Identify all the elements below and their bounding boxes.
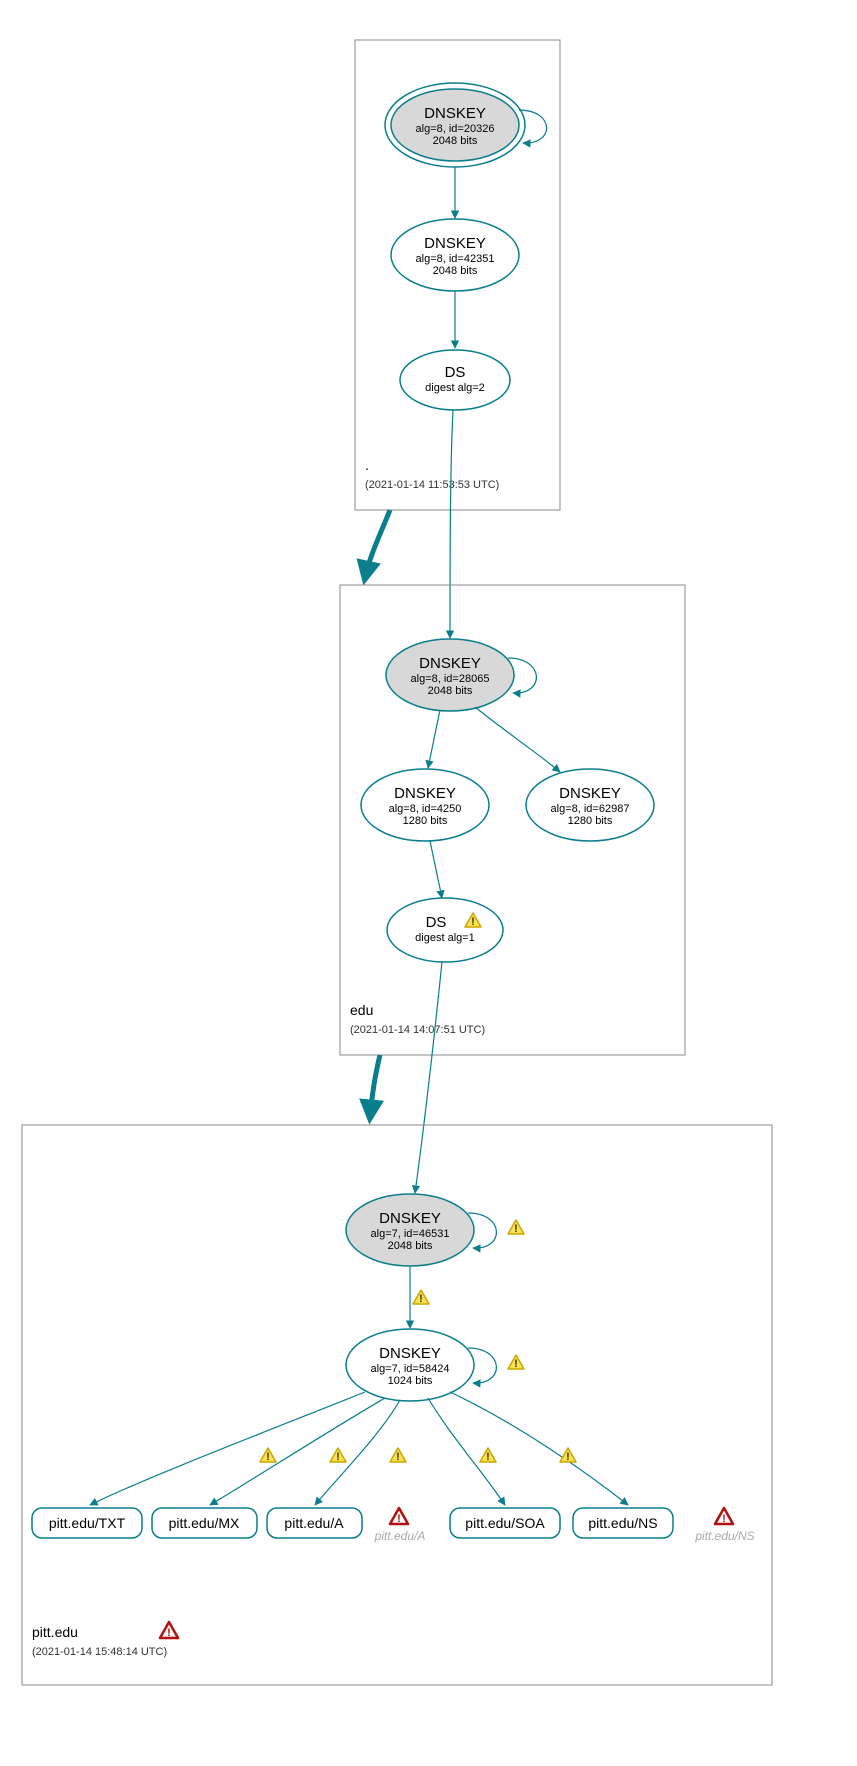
warning-icon: ! <box>508 1355 524 1370</box>
zone-pitt-label: pitt.edu <box>32 1624 78 1640</box>
svg-text:2048 bits: 2048 bits <box>433 135 478 147</box>
svg-text:2048 bits: 2048 bits <box>388 1240 433 1252</box>
zone-pitt-date: (2021-01-14 15:48:14 UTC) <box>32 1646 167 1658</box>
svg-text:!: ! <box>397 1513 401 1525</box>
svg-text:2048 bits: 2048 bits <box>433 265 478 277</box>
warning-icon: ! <box>330 1448 346 1463</box>
warning-icon: ! <box>508 1220 524 1235</box>
svg-text:DNSKEY: DNSKEY <box>419 655 481 672</box>
edge-zone-edu-pitt <box>370 1055 380 1117</box>
svg-text:!: ! <box>722 1513 726 1525</box>
warning-icon: ! <box>260 1448 276 1463</box>
svg-text:digest alg=1: digest alg=1 <box>415 932 475 944</box>
svg-text:DNSKEY: DNSKEY <box>394 785 456 802</box>
svg-text:1280 bits: 1280 bits <box>568 815 613 827</box>
svg-text:!: ! <box>396 1451 400 1463</box>
svg-text:1024 bits: 1024 bits <box>388 1375 433 1387</box>
edge-edu-ds-pitt-ksk <box>415 962 442 1193</box>
svg-text:pitt.edu/NS: pitt.edu/NS <box>588 1515 657 1531</box>
svg-text:alg=7, id=58424: alg=7, id=58424 <box>371 1363 450 1375</box>
warning-icon: ! <box>413 1290 429 1305</box>
edge-edu-ksk-zsk2 <box>475 707 560 772</box>
dnssec-graph: . (2021-01-14 11:53:53 UTC) DNSKEY alg=8… <box>10 10 857 1756</box>
svg-text:!: ! <box>566 1451 570 1463</box>
svg-text:!: ! <box>167 1627 171 1639</box>
warning-icon: ! <box>480 1448 496 1463</box>
svg-text:pitt.edu/SOA: pitt.edu/SOA <box>465 1515 545 1531</box>
edge-zsk-mx <box>210 1398 385 1505</box>
svg-text:digest alg=2: digest alg=2 <box>425 382 485 394</box>
svg-text:alg=8, id=4250: alg=8, id=4250 <box>389 803 462 815</box>
edge-zsk-a <box>315 1400 400 1505</box>
svg-text:alg=8, id=20326: alg=8, id=20326 <box>416 123 495 135</box>
edge-zsk-txt <box>90 1392 365 1505</box>
ghost-record-a: pitt.edu/A <box>374 1529 426 1543</box>
svg-text:!: ! <box>514 1358 518 1370</box>
svg-text:DNSKEY: DNSKEY <box>379 1210 441 1227</box>
svg-text:2048 bits: 2048 bits <box>428 685 473 697</box>
svg-text:DNSKEY: DNSKEY <box>379 1345 441 1362</box>
edge-edu-zsk1-ds <box>430 841 442 898</box>
svg-text:!: ! <box>486 1451 490 1463</box>
warning-icon: ! <box>560 1448 576 1463</box>
svg-text:alg=8, id=28065: alg=8, id=28065 <box>411 673 490 685</box>
svg-text:!: ! <box>514 1223 518 1235</box>
edge-edu-ksk-zsk1 <box>428 710 440 768</box>
edge-root-ds-edu-ksk <box>450 410 453 638</box>
zone-root-date: (2021-01-14 11:53:53 UTC) <box>365 479 499 491</box>
svg-text:!: ! <box>471 916 475 928</box>
svg-text:alg=8, id=62987: alg=8, id=62987 <box>551 803 630 815</box>
svg-text:DNSKEY: DNSKEY <box>424 105 486 122</box>
svg-text:alg=7, id=46531: alg=7, id=46531 <box>371 1228 450 1240</box>
ghost-record-ns: pitt.edu/NS <box>694 1529 754 1543</box>
error-icon: ! <box>160 1622 178 1639</box>
warning-icon: ! <box>390 1448 406 1463</box>
svg-text:pitt.edu/TXT: pitt.edu/TXT <box>49 1515 126 1531</box>
svg-text:DNSKEY: DNSKEY <box>424 235 486 252</box>
svg-text:pitt.edu/MX: pitt.edu/MX <box>169 1515 240 1531</box>
svg-text:pitt.edu/A: pitt.edu/A <box>284 1515 344 1531</box>
svg-text:DS: DS <box>445 364 466 381</box>
edge-zsk-ns <box>450 1392 628 1505</box>
svg-text:!: ! <box>419 1293 423 1305</box>
error-icon: ! <box>715 1508 733 1525</box>
svg-text:1280 bits: 1280 bits <box>403 815 448 827</box>
zone-edu-date: (2021-01-14 14:07:51 UTC) <box>350 1024 485 1036</box>
error-icon: ! <box>390 1508 408 1525</box>
svg-text:!: ! <box>266 1451 270 1463</box>
zone-edu-label: edu <box>350 1002 373 1018</box>
edge-zone-root-edu <box>365 510 390 578</box>
svg-text:DS: DS <box>426 914 447 931</box>
svg-text:alg=8, id=42351: alg=8, id=42351 <box>416 253 495 265</box>
svg-text:DNSKEY: DNSKEY <box>559 785 621 802</box>
svg-text:!: ! <box>336 1451 340 1463</box>
zone-root-label: . <box>365 457 369 473</box>
